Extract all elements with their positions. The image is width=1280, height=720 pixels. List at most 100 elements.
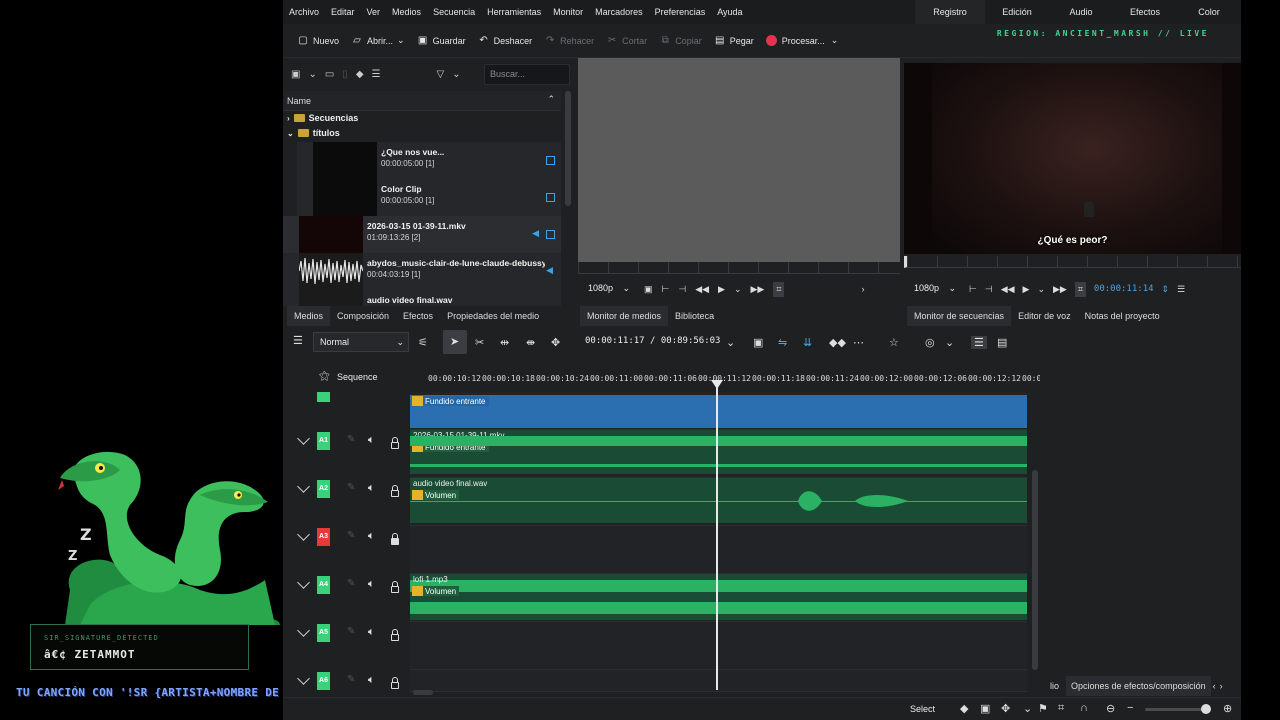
out-point-icon[interactable]: ⊣ [678, 284, 686, 295]
chevron-down-icon[interactable]: ⌄ [308, 69, 316, 80]
ripple-tool-icon[interactable]: ⇼ [526, 336, 535, 349]
tab-editor-voz[interactable]: Editor de voz [1011, 311, 1078, 321]
tab-monitor-medios[interactable]: Monitor de medios [580, 306, 669, 326]
folder-secuencias[interactable]: › Secuencias [287, 113, 358, 123]
in-point-icon[interactable]: ⊢ [662, 284, 670, 295]
clip-resolution-select[interactable]: 1080p ⌄ [583, 280, 635, 298]
undo-button[interactable]: ↶ Deshacer [478, 35, 532, 47]
zone-icon[interactable]: ◆◆ [829, 336, 846, 349]
chevron-left-icon[interactable]: ‹ [1211, 681, 1218, 691]
chevron-down-icon[interactable]: ⌄ [1037, 284, 1045, 295]
lock-icon[interactable] [391, 629, 399, 641]
tab-partial[interactable]: lio [1043, 681, 1066, 691]
collapse-chevron-icon[interactable] [297, 624, 310, 637]
slip-tool-icon[interactable]: ✥ [551, 336, 560, 349]
zoom-in-icon[interactable]: ⊕ [1223, 702, 1232, 715]
audio-clip-a4[interactable]: lofi 1.mp3 Volumen [410, 574, 1027, 620]
track-badge[interactable]: A3 [317, 528, 330, 546]
lock-icon[interactable] [391, 533, 399, 545]
edit-mode-select[interactable]: Normal ⌄ [313, 332, 409, 352]
tag-icon[interactable]: ◆ [960, 702, 968, 715]
speaker-icon[interactable]: 🔈︎ [368, 482, 375, 495]
zoom-slider-handle[interactable] [1201, 704, 1211, 714]
zoom-slider[interactable] [1145, 708, 1205, 711]
tab-efectos[interactable]: Efectos [396, 311, 440, 321]
extract-icon[interactable]: ⇊ [803, 336, 812, 349]
open-button[interactable]: ▱ Abrir... ⌄ [351, 35, 404, 47]
zoom-out-small-icon[interactable]: − [1127, 702, 1133, 714]
pen-icon[interactable]: ✎ [347, 626, 355, 637]
lift-icon[interactable]: ⇋ [778, 336, 787, 349]
pen-icon[interactable]: ✎ [347, 674, 355, 685]
out-point-icon[interactable]: ⊣ [985, 284, 993, 295]
collapse-chevron-icon[interactable] [297, 576, 310, 589]
clip-monitor-screen[interactable] [578, 58, 900, 262]
workspace-registro[interactable]: Registro [915, 0, 985, 24]
speaker-icon[interactable]: 🔈︎ [368, 530, 375, 543]
play-icon[interactable]: ▶ [718, 284, 725, 295]
timeline-ruler[interactable]: 00:00:10:12 00:00:10:18 00:00:10:24 00:0… [410, 370, 1040, 392]
fit-icon[interactable]: ▣ [644, 284, 653, 295]
flag-icon[interactable]: ⚑ [1038, 702, 1048, 715]
pen-icon[interactable]: ✎ [347, 530, 355, 541]
audio-track-a5[interactable] [410, 622, 1027, 670]
save-icon[interactable]: ▣ [980, 702, 990, 715]
cut-button[interactable]: ✂ Cortar [606, 35, 647, 47]
fit-zoom-icon[interactable]: ⌗ [1058, 702, 1064, 715]
forward-icon[interactable]: ▶▶ [751, 284, 765, 295]
bin-clip-wav[interactable]: audio video final.wav [283, 290, 561, 306]
menu-secuencia[interactable]: Secuencia [427, 7, 481, 17]
chevron-right-icon[interactable]: › [1218, 681, 1225, 691]
magnet-icon[interactable]: ∩ [1080, 702, 1088, 714]
video-clip[interactable]: Fundido entrante [410, 395, 1027, 428]
menu-icon[interactable]: ☰ [1177, 284, 1185, 295]
add-folder-icon[interactable]: ▭ [325, 69, 334, 80]
tab-monitor-secuencias[interactable]: Monitor de secuencias [907, 306, 1012, 326]
timeline-horizontal-scrollbar[interactable] [413, 690, 433, 695]
tab-notas[interactable]: Notas del proyecto [1078, 311, 1167, 321]
workspace-color[interactable]: Color [1177, 7, 1241, 17]
view-mode-icon[interactable]: ▣ [291, 69, 300, 80]
pen-icon[interactable]: ✎ [347, 482, 355, 493]
project-monitor-screen[interactable]: ¿Qué es peor? [904, 63, 1241, 254]
tag-icon[interactable]: ◆ [356, 69, 364, 80]
subtitle-icon[interactable]: ▤ [997, 336, 1007, 349]
track-badge[interactable]: A5 [317, 624, 330, 642]
filter-icon[interactable]: ▽ [436, 69, 444, 80]
status-select-label[interactable]: Select [910, 704, 935, 714]
move-icon[interactable]: ✥ [1001, 702, 1010, 715]
timeline-timecode[interactable]: 00:00:11:17 / 00:89:56:03 [585, 336, 720, 346]
menu-ver[interactable]: Ver [361, 7, 387, 17]
track-height-icon[interactable]: ☰ [971, 336, 987, 349]
spacer-tool-icon[interactable]: ⇹ [500, 336, 509, 349]
bin-clip-debussy[interactable]: abydos_music-clair-de-lune-claude-debuss… [283, 253, 561, 290]
new-button[interactable]: ▢ Nuevo [297, 35, 339, 47]
audio-clip-a2[interactable]: audio video final.wav Volumen [410, 478, 1027, 523]
copy-button[interactable]: ⧉ Copiar [659, 35, 702, 47]
speaker-icon[interactable]: 🔈︎ [368, 674, 375, 687]
selection-tool-button[interactable]: ➤ [443, 330, 467, 354]
menu-archivo[interactable]: Archivo [283, 7, 325, 17]
menu-herramientas[interactable]: Herramientas [481, 7, 547, 17]
playhead-handle[interactable] [711, 380, 723, 389]
tab-effect-options[interactable]: Opciones de efectos/composición [1066, 676, 1211, 696]
collapse-chevron-icon[interactable] [297, 432, 310, 445]
bin-clip-color[interactable]: Color Clip 00:00:05:00 [1] [297, 179, 561, 216]
track-badge[interactable]: A4 [317, 576, 330, 594]
redo-button[interactable]: ↷ Rehacer [544, 35, 594, 47]
tab-medios[interactable]: Medios [287, 306, 331, 326]
timeline-vertical-scrollbar[interactable] [1032, 470, 1038, 670]
paste-button[interactable]: ▤ Pegar [714, 35, 754, 47]
menu-editar[interactable]: Editar [325, 7, 361, 17]
lock-icon[interactable] [391, 437, 399, 449]
crop-icon[interactable]: ⌗ [1074, 281, 1086, 297]
crop-icon[interactable]: ⌗ [773, 281, 785, 297]
tab-propiedades[interactable]: Propiedades del medio [440, 311, 546, 321]
bin-scrollbar[interactable] [565, 91, 571, 206]
split-icon[interactable]: ⋯ [853, 336, 864, 349]
collapse-chevron-icon[interactable] [297, 528, 310, 541]
insert-icon[interactable]: ▣ [753, 336, 763, 349]
tab-composicion[interactable]: Composición [330, 311, 396, 321]
tab-biblioteca[interactable]: Biblioteca [668, 311, 721, 321]
render-button[interactable]: Procesar... ⌄ [765, 35, 838, 46]
